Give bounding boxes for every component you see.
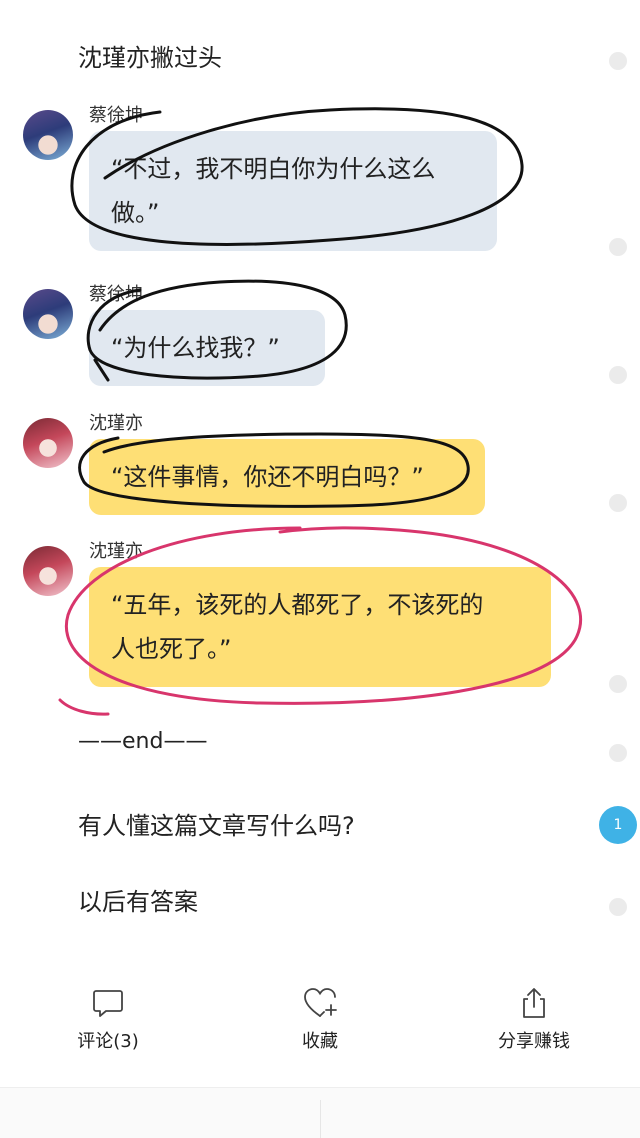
article-question-line: 有人懂这篇文章写什么吗? — [78, 812, 355, 840]
article-end-marker: ——end—— — [78, 729, 208, 754]
chat-bubble: “五年，该死的人都死了，不该死的 人也死了。” — [89, 567, 551, 687]
comment-label: 评论(3) — [77, 1031, 139, 1052]
girl-avatar — [23, 418, 73, 468]
sender-name: 沈瑾亦 — [89, 541, 143, 562]
article-intro-line: 沈瑾亦撇过头 — [78, 44, 222, 72]
comment-icon — [93, 990, 123, 1017]
paragraph-comment-count-badge[interactable]: 1 — [599, 806, 637, 844]
paragraph-comment-dot[interactable] — [609, 366, 627, 384]
bubble-text-line: 做。” — [111, 199, 160, 227]
chat-bubble: “为什么找我？” — [89, 310, 325, 386]
chat-bubble: “这件事情，你还不明白吗？” — [89, 439, 485, 515]
divider — [320, 1100, 321, 1138]
bubble-text-line: “五年，该死的人都死了，不该死的 — [111, 591, 484, 619]
share-label: 分享赚钱 — [498, 1031, 570, 1052]
paragraph-comment-dot[interactable] — [609, 494, 627, 512]
bubble-text-line: “不过，我不明白你为什么这么 — [111, 155, 436, 183]
paragraph-comment-dot[interactable] — [609, 52, 627, 70]
sender-name: 蔡徐坤 — [89, 284, 143, 305]
heart-plus-icon — [304, 988, 337, 1017]
share-button[interactable]: 分享赚钱 — [484, 985, 584, 1053]
sender-name: 沈瑾亦 — [89, 413, 143, 434]
paragraph-comment-dot[interactable] — [609, 898, 627, 916]
boy-avatar — [23, 289, 73, 339]
paragraph-comment-dot[interactable] — [609, 744, 627, 762]
chat-bubble: “不过，我不明白你为什么这么 做。” — [89, 131, 497, 251]
sender-name: 蔡徐坤 — [89, 105, 143, 126]
bubble-text-line: “这件事情，你还不明白吗？” — [111, 463, 424, 491]
article-answer-line: 以后有答案 — [78, 888, 198, 916]
comment-button[interactable]: 评论(3) — [62, 985, 154, 1053]
bubble-text-line: “为什么找我？” — [111, 334, 280, 362]
favorite-label: 收藏 — [302, 1031, 338, 1052]
share-icon — [523, 988, 545, 1018]
paragraph-comment-dot[interactable] — [609, 238, 627, 256]
girl-avatar — [23, 546, 73, 596]
bubble-text-line: 人也死了。” — [111, 635, 232, 663]
boy-avatar — [23, 110, 73, 160]
paragraph-comment-dot[interactable] — [609, 675, 627, 693]
favorite-button[interactable]: 收藏 — [280, 985, 360, 1053]
